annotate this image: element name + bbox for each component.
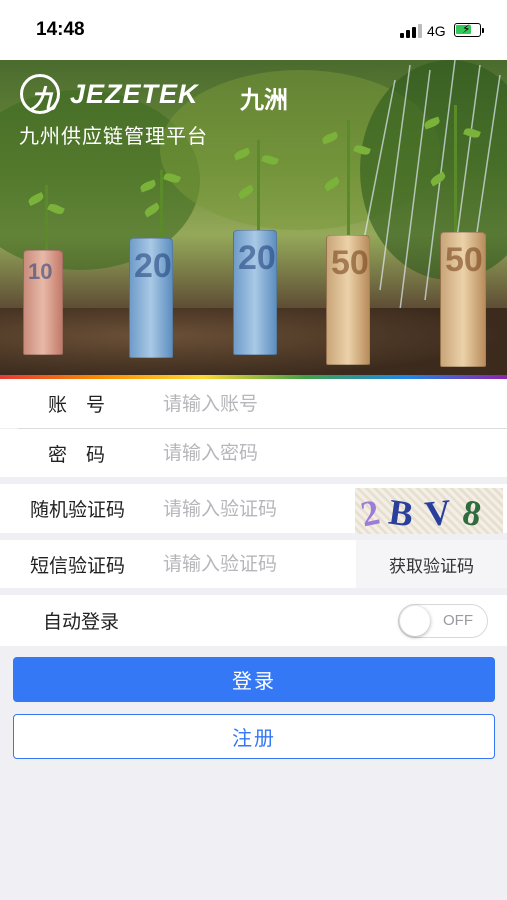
auto-login-label: 自动登录 bbox=[43, 611, 120, 633]
toggle-state-label: OFF bbox=[443, 612, 473, 629]
banknote-roll: 50 bbox=[326, 235, 370, 365]
account-input[interactable] bbox=[163, 379, 493, 428]
jezetek-logo-icon: 九 bbox=[20, 74, 60, 114]
password-label: 密 码 bbox=[48, 443, 106, 466]
plant-sprout bbox=[136, 170, 186, 240]
sms-label: 短信验证码 bbox=[30, 554, 126, 577]
banner-image: 九 JEZETEK 九洲 九州供应链管理平台 10 20 20 50 50 bbox=[0, 60, 507, 378]
account-label: 账 号 bbox=[48, 394, 106, 416]
password-row: 密 码 bbox=[0, 429, 507, 477]
captcha-image[interactable]: 2 B V 8 bbox=[355, 488, 503, 534]
sms-row: 短信验证码 获取验证码 bbox=[0, 540, 507, 588]
login-button[interactable]: 登录 bbox=[13, 657, 495, 702]
get-sms-code-button[interactable]: 获取验证码 bbox=[356, 540, 507, 588]
status-time: 14:48 bbox=[36, 19, 85, 40]
captcha-label: 随机验证码 bbox=[30, 499, 126, 521]
status-bar: 14:48 4G ⚡ bbox=[0, 0, 507, 60]
plant-sprout bbox=[26, 185, 66, 255]
banknote-roll: 10 bbox=[23, 250, 63, 355]
auto-login-toggle[interactable]: OFF bbox=[398, 604, 488, 638]
brand-name: JEZETEK bbox=[70, 79, 199, 109]
plant-sprout bbox=[228, 140, 288, 235]
toggle-knob bbox=[400, 606, 430, 636]
banknote-roll: 50 bbox=[440, 232, 486, 367]
password-input[interactable] bbox=[163, 429, 493, 477]
account-row: 账 号 bbox=[0, 379, 507, 428]
register-button[interactable]: 注册 bbox=[13, 714, 495, 759]
banknote-roll: 20 bbox=[233, 230, 277, 355]
sms-code-input[interactable] bbox=[163, 540, 348, 588]
battery-charging-icon: ⚡ bbox=[454, 22, 481, 37]
brand-name-cn: 九洲 bbox=[240, 86, 288, 114]
banknote-roll: 20 bbox=[129, 238, 173, 358]
network-type: 4G bbox=[427, 23, 446, 39]
captcha-row: 随机验证码 2 B V 8 bbox=[0, 484, 507, 534]
platform-title: 九州供应链管理平台 bbox=[19, 124, 208, 148]
captcha-input[interactable] bbox=[163, 484, 348, 533]
signal-bars-icon bbox=[400, 24, 422, 38]
plant-sprout bbox=[420, 105, 490, 235]
plant-sprout bbox=[318, 120, 378, 235]
auto-login-row: 自动登录 OFF bbox=[0, 595, 507, 646]
battery-tip bbox=[482, 28, 484, 33]
